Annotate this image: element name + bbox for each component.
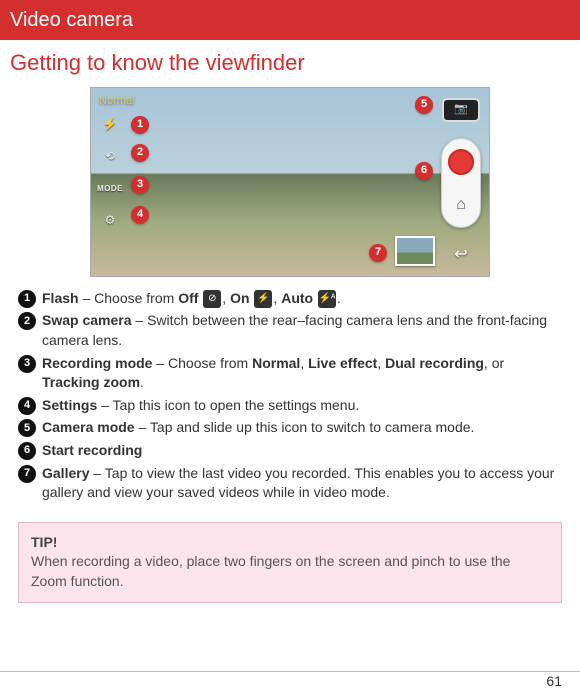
desc-text: Swap camera – Switch between the rear–fa… [42,311,562,350]
opt-label: Normal [252,355,300,371]
callout-2: 2 [131,144,149,162]
page-number: 61 [546,672,562,692]
desc-item-gallery: 7 Gallery – Tap to view the last video y… [18,464,562,503]
desc-text: Flash – Choose from Off ⊘, On ⚡, Auto ⚡ᴬ… [42,289,562,309]
callout-1: 1 [131,116,149,134]
callout-4: 4 [131,206,149,224]
desc-text: Start recording [42,441,562,461]
section-subtitle: Getting to know the viewfinder [0,40,580,85]
desc-label: Camera mode [42,419,135,435]
opt-label: Live effect [308,355,377,371]
desc-plain: – Choose from [152,355,252,371]
camera-mode-switch[interactable]: 📷 [442,98,480,122]
callout-3: 3 [131,176,149,194]
footer-divider [0,671,580,672]
flash-icon[interactable]: ⚡ [97,112,123,138]
desc-label: Swap camera [42,312,132,328]
desc-item-camera-mode: 5 Camera mode – Tap and slide up this ic… [18,418,562,438]
swap-camera-icon[interactable]: ⟲ [97,144,123,170]
desc-item-recording-mode: 3 Recording mode – Choose from Normal, L… [18,354,562,393]
record-control: ⌂ [441,138,481,228]
desc-plain: . [140,374,144,390]
desc-label: Recording mode [42,355,152,371]
callout-6: 6 [415,162,433,180]
desc-bullet: 7 [18,465,36,483]
opt-label: Tracking zoom [42,374,140,390]
flash-on-icon: ⚡ [254,290,272,308]
viewfinder-preview: Normal ⚡ ⟲ MODE ⚙ 📷 ⌂ ↩ 1 2 3 4 5 6 7 [90,87,490,277]
back-icon[interactable]: ↩ [444,244,478,266]
tip-heading: TIP! [31,533,549,553]
section-title: Video camera [10,9,133,31]
opt-label: On [230,290,249,306]
desc-item-flash: 1 Flash – Choose from Off ⊘, On ⚡, Auto … [18,289,562,309]
callout-7: 7 [369,244,387,262]
desc-bullet: 1 [18,290,36,308]
home-icon[interactable]: ⌂ [456,194,466,216]
gallery-thumbnail[interactable] [395,236,435,266]
desc-label: Flash [42,290,79,306]
flash-off-icon: ⊘ [203,290,221,308]
viewfinder-left-controls: ⚡ ⟲ MODE ⚙ [97,112,123,234]
desc-bullet: 3 [18,355,36,373]
desc-item-settings: 4 Settings – Tap this icon to open the s… [18,396,562,416]
flash-auto-icon: ⚡ᴬ [318,290,336,308]
viewfinder-wrap: Normal ⚡ ⟲ MODE ⚙ 📷 ⌂ ↩ 1 2 3 4 5 6 7 [0,85,580,285]
mode-icon[interactable]: MODE [97,176,123,202]
callout-5: 5 [415,96,433,114]
tip-body: When recording a video, place two finger… [31,552,549,591]
desc-text: Camera mode – Tap and slide up this icon… [42,418,562,438]
opt-label: Dual recording [385,355,484,371]
desc-text: Settings – Tap this icon to open the set… [42,396,562,416]
desc-plain: . [337,290,341,306]
section-header: Video camera [0,0,580,40]
desc-label: Settings [42,397,97,413]
desc-bullet: 2 [18,312,36,330]
desc-plain: – Choose from [79,290,179,306]
desc-label: Start recording [42,442,142,458]
desc-plain: – Tap to view the last video you recorde… [42,465,554,501]
desc-label: Gallery [42,465,89,481]
settings-icon[interactable]: ⚙ [97,208,123,234]
record-button[interactable] [448,149,474,175]
viewfinder-mode-label: Normal [99,94,134,109]
desc-bullet: 4 [18,397,36,415]
viewfinder-right-controls: 📷 ⌂ ↩ [439,98,483,266]
desc-text: Gallery – Tap to view the last video you… [42,464,562,503]
opt-label: Off [178,290,198,306]
opt-label: Auto [281,290,313,306]
tip-box: TIP! When recording a video, place two f… [18,522,562,603]
desc-text: Recording mode – Choose from Normal, Liv… [42,354,562,393]
desc-plain: – Tap this icon to open the settings men… [97,397,359,413]
callout-descriptions: 1 Flash – Choose from Off ⊘, On ⚡, Auto … [0,285,580,514]
desc-bullet: 6 [18,442,36,460]
desc-bullet: 5 [18,419,36,437]
desc-item-start-recording: 6 Start recording [18,441,562,461]
desc-plain: – Tap and slide up this icon to switch t… [135,419,475,435]
desc-item-swap-camera: 2 Swap camera – Switch between the rear–… [18,311,562,350]
